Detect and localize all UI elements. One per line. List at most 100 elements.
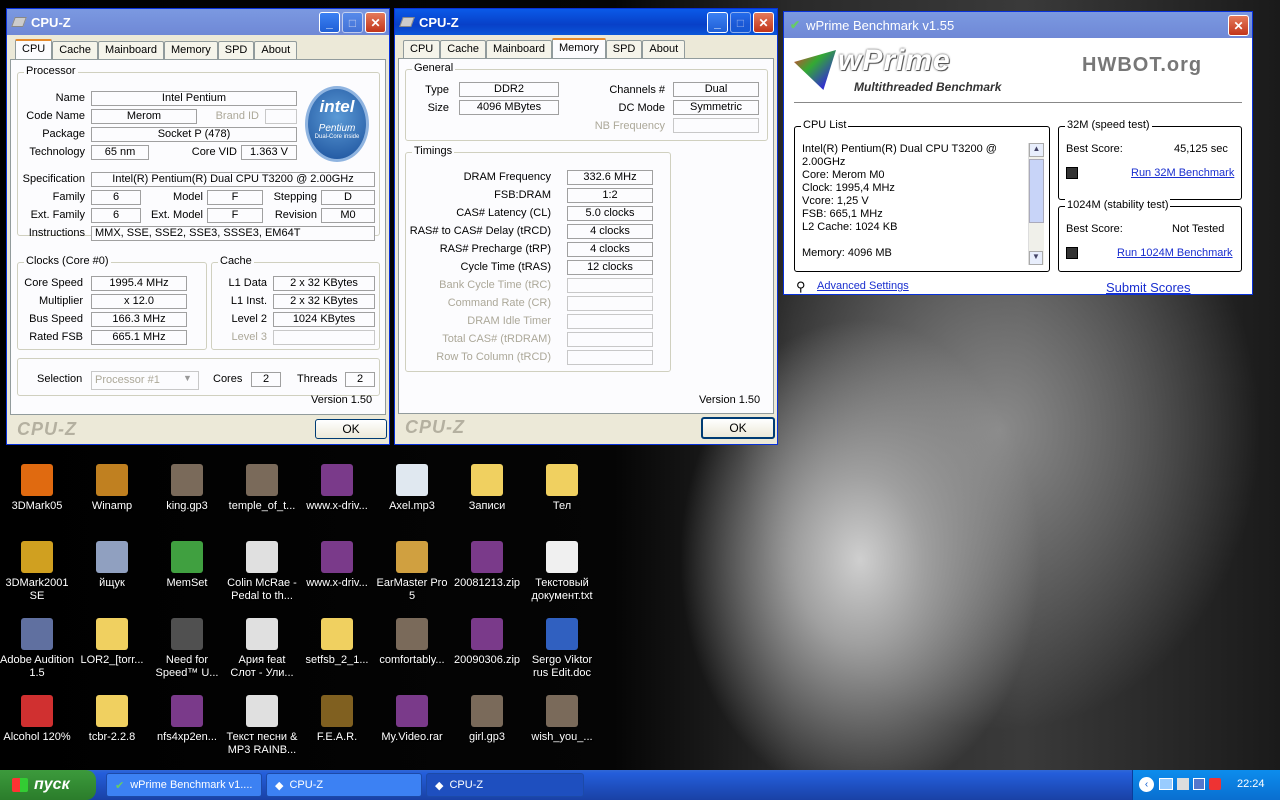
cpu-list-scrollbar[interactable]: ▲ ▼ bbox=[1028, 143, 1044, 265]
tab-cpu[interactable]: CPU bbox=[15, 39, 53, 60]
version-label: Version 1.50 bbox=[311, 394, 373, 406]
desktop-icon[interactable]: 3DMark2001 SE bbox=[0, 541, 74, 603]
desktop-icon[interactable]: Записи bbox=[450, 464, 524, 513]
desktop-icon[interactable]: girl.gp3 bbox=[450, 695, 524, 744]
desktop-icon-label: temple_of_t... bbox=[228, 500, 296, 512]
desktop-icon[interactable]: Текст песни & MP3 RAINB... bbox=[225, 695, 299, 757]
tab-mainboard[interactable]: Mainboard bbox=[486, 40, 553, 58]
hwbot-logo: HWBOT.org bbox=[1082, 54, 1203, 76]
desktop-icon[interactable]: My.Video.rar bbox=[375, 695, 449, 744]
taskbar-item-cpuz-2[interactable]: ◆ CPU-Z bbox=[426, 773, 584, 797]
desktop-icon[interactable]: Тел bbox=[525, 464, 599, 513]
l1inst-label: L1 Inst. bbox=[230, 295, 267, 307]
tab-about[interactable]: About bbox=[254, 41, 298, 59]
cpuz-titlebar[interactable]: CPU-Z _ □ ✕ bbox=[395, 9, 777, 35]
timing-label: RAS# Precharge (tRP) bbox=[439, 243, 551, 255]
tab-about[interactable]: About bbox=[642, 40, 686, 58]
timing-value: 4 clocks bbox=[567, 224, 653, 239]
desktop-icon[interactable]: Axel.mp3 bbox=[375, 464, 449, 513]
taskbar-item-wprime[interactable]: ✔ wPrime Benchmark v1.... bbox=[106, 773, 262, 797]
volume-icon[interactable] bbox=[1177, 778, 1189, 790]
ratedfsb-value: 665.1 MHz bbox=[91, 330, 187, 345]
file-icon bbox=[471, 618, 503, 650]
ratedfsb-label: Rated FSB bbox=[29, 331, 83, 343]
desktop-icon[interactable]: tcbr-2.2.8 bbox=[75, 695, 149, 744]
desktop-icon[interactable]: 20081213.zip bbox=[450, 541, 524, 590]
timing-value: 4 clocks bbox=[567, 242, 653, 257]
scroll-up-icon[interactable]: ▲ bbox=[1029, 143, 1044, 157]
tab-spd[interactable]: SPD bbox=[605, 40, 643, 58]
tab-memory[interactable]: Memory bbox=[164, 41, 218, 59]
desktop-icon[interactable]: Need for Speed™ U... bbox=[150, 618, 224, 680]
desktop-icon[interactable]: www.x-driv... bbox=[300, 541, 374, 590]
busspeed-value: 166.3 MHz bbox=[91, 312, 187, 327]
desktop-icon[interactable]: LOR2_[torr... bbox=[75, 618, 149, 667]
tab-spd[interactable]: SPD bbox=[217, 41, 255, 59]
timing-label: Bank Cycle Time (tRC) bbox=[439, 279, 551, 291]
tab-cache[interactable]: Cache bbox=[440, 40, 487, 58]
monitor-icon[interactable] bbox=[1193, 778, 1205, 790]
file-icon bbox=[246, 695, 278, 727]
desktop-icon[interactable]: temple_of_t... bbox=[225, 464, 299, 513]
cpuz-titlebar[interactable]: CPU-Z _ □ ✕ bbox=[7, 9, 389, 35]
ok-button[interactable]: OK bbox=[315, 419, 387, 439]
tab-mainboard[interactable]: Mainboard bbox=[98, 41, 165, 59]
wprime-titlebar[interactable]: ✔ wPrime Benchmark v1.55 ✕ bbox=[784, 12, 1252, 38]
close-button[interactable]: ✕ bbox=[1228, 15, 1249, 36]
ok-button[interactable]: OK bbox=[701, 417, 775, 439]
desktop-icon[interactable]: king.gp3 bbox=[150, 464, 224, 513]
wprime-window: ✔ wPrime Benchmark v1.55 ✕ wPrime Multit… bbox=[783, 11, 1253, 295]
tray-expand-icon[interactable]: ‹ bbox=[1139, 777, 1154, 792]
run-1024m-link[interactable]: Run 1024M Benchmark bbox=[1117, 247, 1233, 259]
desktop-icon[interactable]: MemSet bbox=[150, 541, 224, 590]
desktop-icon[interactable]: Alcohol 120% bbox=[0, 695, 74, 744]
minimize-button[interactable]: _ bbox=[707, 12, 728, 33]
floppy-icon[interactable] bbox=[1066, 167, 1078, 179]
desktop-icon[interactable]: setfsb_2_1... bbox=[300, 618, 374, 667]
desktop-icon-label: Тел bbox=[552, 500, 572, 512]
advanced-settings-link[interactable]: Advanced Settings bbox=[817, 280, 909, 292]
start-label: пуск bbox=[34, 776, 70, 793]
desktop-icon[interactable]: Текстовый документ.txt bbox=[525, 541, 599, 603]
antivirus-icon[interactable] bbox=[1209, 778, 1221, 790]
tab-cpu[interactable]: CPU bbox=[403, 40, 441, 58]
scroll-down-icon[interactable]: ▼ bbox=[1029, 251, 1043, 265]
network-icon[interactable] bbox=[1159, 778, 1173, 790]
desktop-icon[interactable]: Adobe Audition 1.5 bbox=[0, 618, 74, 680]
desktop-icon[interactable]: comfortably... bbox=[375, 618, 449, 667]
file-icon bbox=[96, 464, 128, 496]
desktop-icon[interactable]: F.E.A.R. bbox=[300, 695, 374, 744]
desktop-icon[interactable]: Winamp bbox=[75, 464, 149, 513]
submit-scores-link[interactable]: Submit Scores bbox=[1106, 280, 1191, 295]
desktop-icon[interactable]: 3DMark05 bbox=[0, 464, 74, 513]
desktop-icon[interactable]: Colin McRae - Pedal to th... bbox=[225, 541, 299, 603]
multiplier-value: x 12.0 bbox=[91, 294, 187, 309]
brandid-label: Brand ID bbox=[215, 110, 259, 122]
file-icon bbox=[321, 541, 353, 573]
desktop-icon[interactable]: Sergo Viktor rus Edit.doc bbox=[525, 618, 599, 680]
start-button[interactable]: пуск bbox=[0, 770, 96, 800]
file-icon bbox=[246, 464, 278, 496]
close-button[interactable]: ✕ bbox=[365, 12, 386, 33]
tab-memory[interactable]: Memory bbox=[552, 38, 606, 59]
divider bbox=[794, 102, 1242, 103]
scroll-thumb[interactable] bbox=[1029, 159, 1044, 223]
close-button[interactable]: ✕ bbox=[753, 12, 774, 33]
run-32m-link[interactable]: Run 32M Benchmark bbox=[1131, 167, 1234, 179]
desktop-icon[interactable]: EarMaster Pro 5 bbox=[375, 541, 449, 603]
floppy-icon[interactable] bbox=[1066, 247, 1078, 259]
desktop-icon-label: comfortably... bbox=[379, 654, 445, 666]
desktop-icon[interactable]: www.x-driv... bbox=[300, 464, 374, 513]
desktop-icon[interactable]: wish_you_... bbox=[525, 695, 599, 744]
threads-value: 2 bbox=[345, 372, 375, 387]
minimize-button[interactable]: _ bbox=[319, 12, 340, 33]
desktop-icon[interactable]: nfs4xp2en... bbox=[150, 695, 224, 744]
tab-cache[interactable]: Cache bbox=[52, 41, 99, 59]
desktop-icon[interactable]: Ария feat Слот - Ули... bbox=[225, 618, 299, 680]
desktop-icon[interactable]: йщук bbox=[75, 541, 149, 590]
desktop-icon[interactable]: 20090306.zip bbox=[450, 618, 524, 667]
chevron-down-icon[interactable]: ▼ bbox=[183, 373, 192, 383]
file-icon bbox=[96, 541, 128, 573]
timing-value bbox=[567, 278, 653, 293]
taskbar-item-cpuz-1[interactable]: ◆ CPU-Z bbox=[266, 773, 422, 797]
